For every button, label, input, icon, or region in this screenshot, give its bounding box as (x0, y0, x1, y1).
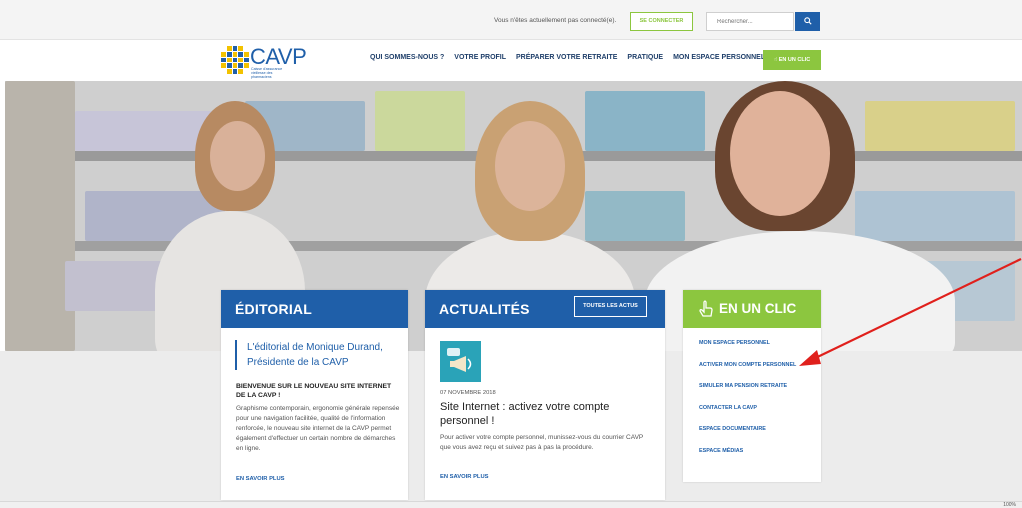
nav-item-pratique[interactable]: PRATIQUE (627, 54, 663, 61)
nav-item-qui-sommes-nous[interactable]: QUI SOMMES-NOUS ? (370, 54, 444, 61)
editorial-read-more-link[interactable]: EN SAVOIR PLUS (236, 476, 285, 482)
top-utility-bar: Vous n'êtes actuellement pas connecté(e)… (0, 0, 1022, 40)
news-read-more-link[interactable]: EN SAVOIR PLUS (440, 474, 489, 480)
en-un-clic-nav-button[interactable]: ☝ EN UN CLIC (763, 50, 821, 70)
quick-links-list: MON ESPACE PERSONNEL ACTIVER MON COMPTE … (699, 340, 796, 469)
search-input[interactable] (706, 12, 794, 31)
editorial-body: Graphisme contemporain, ergonomie généra… (236, 405, 400, 452)
actualites-header: ACTUALITÉS TOUTES LES ACTUS (425, 290, 665, 328)
all-news-button[interactable]: TOUTES LES ACTUS (574, 296, 647, 317)
news-headline[interactable]: Site Internet : activez votre compte per… (440, 400, 655, 428)
actualites-title: ACTUALITÉS (439, 301, 530, 317)
en-un-clic-title: EN UN CLIC (719, 301, 797, 316)
editorial-header: ÉDITORIAL (221, 290, 408, 328)
en-un-clic-nav-label: EN UN CLIC (778, 57, 811, 63)
site-header: CAVP Caisse d'assurance vieillesse des p… (0, 40, 1022, 81)
megaphone-icon (447, 348, 472, 372)
nav-item-espace-personnel[interactable]: MON ESPACE PERSONNEL (673, 54, 765, 61)
browser-status-bar: 100% (0, 501, 1022, 508)
pointer-hand-icon: ☝ (773, 57, 778, 63)
news-thumbnail[interactable] (440, 341, 481, 382)
login-status-text: Vous n'êtes actuellement pas connecté(e)… (494, 17, 617, 24)
search-button[interactable] (795, 12, 820, 31)
quick-link-espace-documentaire[interactable]: ESPACE DOCUMENTAIRE (699, 426, 796, 448)
editorial-card: ÉDITORIAL L'éditorial de Monique Durand,… (221, 290, 408, 500)
editorial-title: ÉDITORIAL (235, 301, 312, 317)
nav-item-votre-profil[interactable]: VOTRE PROFIL (454, 54, 506, 61)
actualites-card: ACTUALITÉS TOUTES LES ACTUS 07 NOVEMBRE … (425, 290, 665, 500)
quick-link-contacter[interactable]: CONTACTER LA CAVP (699, 405, 796, 427)
logo-subtitle: Caisse d'assurance vieillesse des pharma… (251, 67, 283, 79)
connect-button[interactable]: SE CONNECTER (630, 12, 693, 31)
news-date: 07 NOVEMBRE 2018 (440, 390, 496, 396)
quick-link-simuler-pension[interactable]: SIMULER MA PENSION RETRAITE (699, 383, 796, 405)
quick-link-espace-medias[interactable]: ESPACE MÉDIAS (699, 448, 796, 470)
annotation-arrow (799, 258, 1022, 366)
editorial-subtitle: BIENVENUE SUR LE NOUVEAU SITE INTERNET D… (236, 383, 392, 399)
quick-link-activer-compte[interactable]: ACTIVER MON COMPTE PERSONNEL (699, 362, 796, 384)
main-navigation: QUI SOMMES-NOUS ? VOTRE PROFIL PRÉPARER … (370, 54, 765, 61)
news-body: Pour activer votre compte personnel, mun… (440, 434, 644, 451)
quick-link-espace-personnel[interactable]: MON ESPACE PERSONNEL (699, 340, 796, 362)
pointer-hand-icon (699, 300, 713, 317)
cavp-logo[interactable]: CAVP Caisse d'assurance vieillesse des p… (221, 44, 321, 79)
logo-mark-icon (221, 46, 249, 74)
zoom-level[interactable]: 100% (1003, 502, 1016, 508)
search-icon (803, 17, 812, 25)
nav-item-preparer-retraite[interactable]: PRÉPARER VOTRE RETRAITE (516, 54, 617, 61)
editorial-quote-link[interactable]: L'éditorial de Monique Durand, Président… (235, 340, 399, 370)
